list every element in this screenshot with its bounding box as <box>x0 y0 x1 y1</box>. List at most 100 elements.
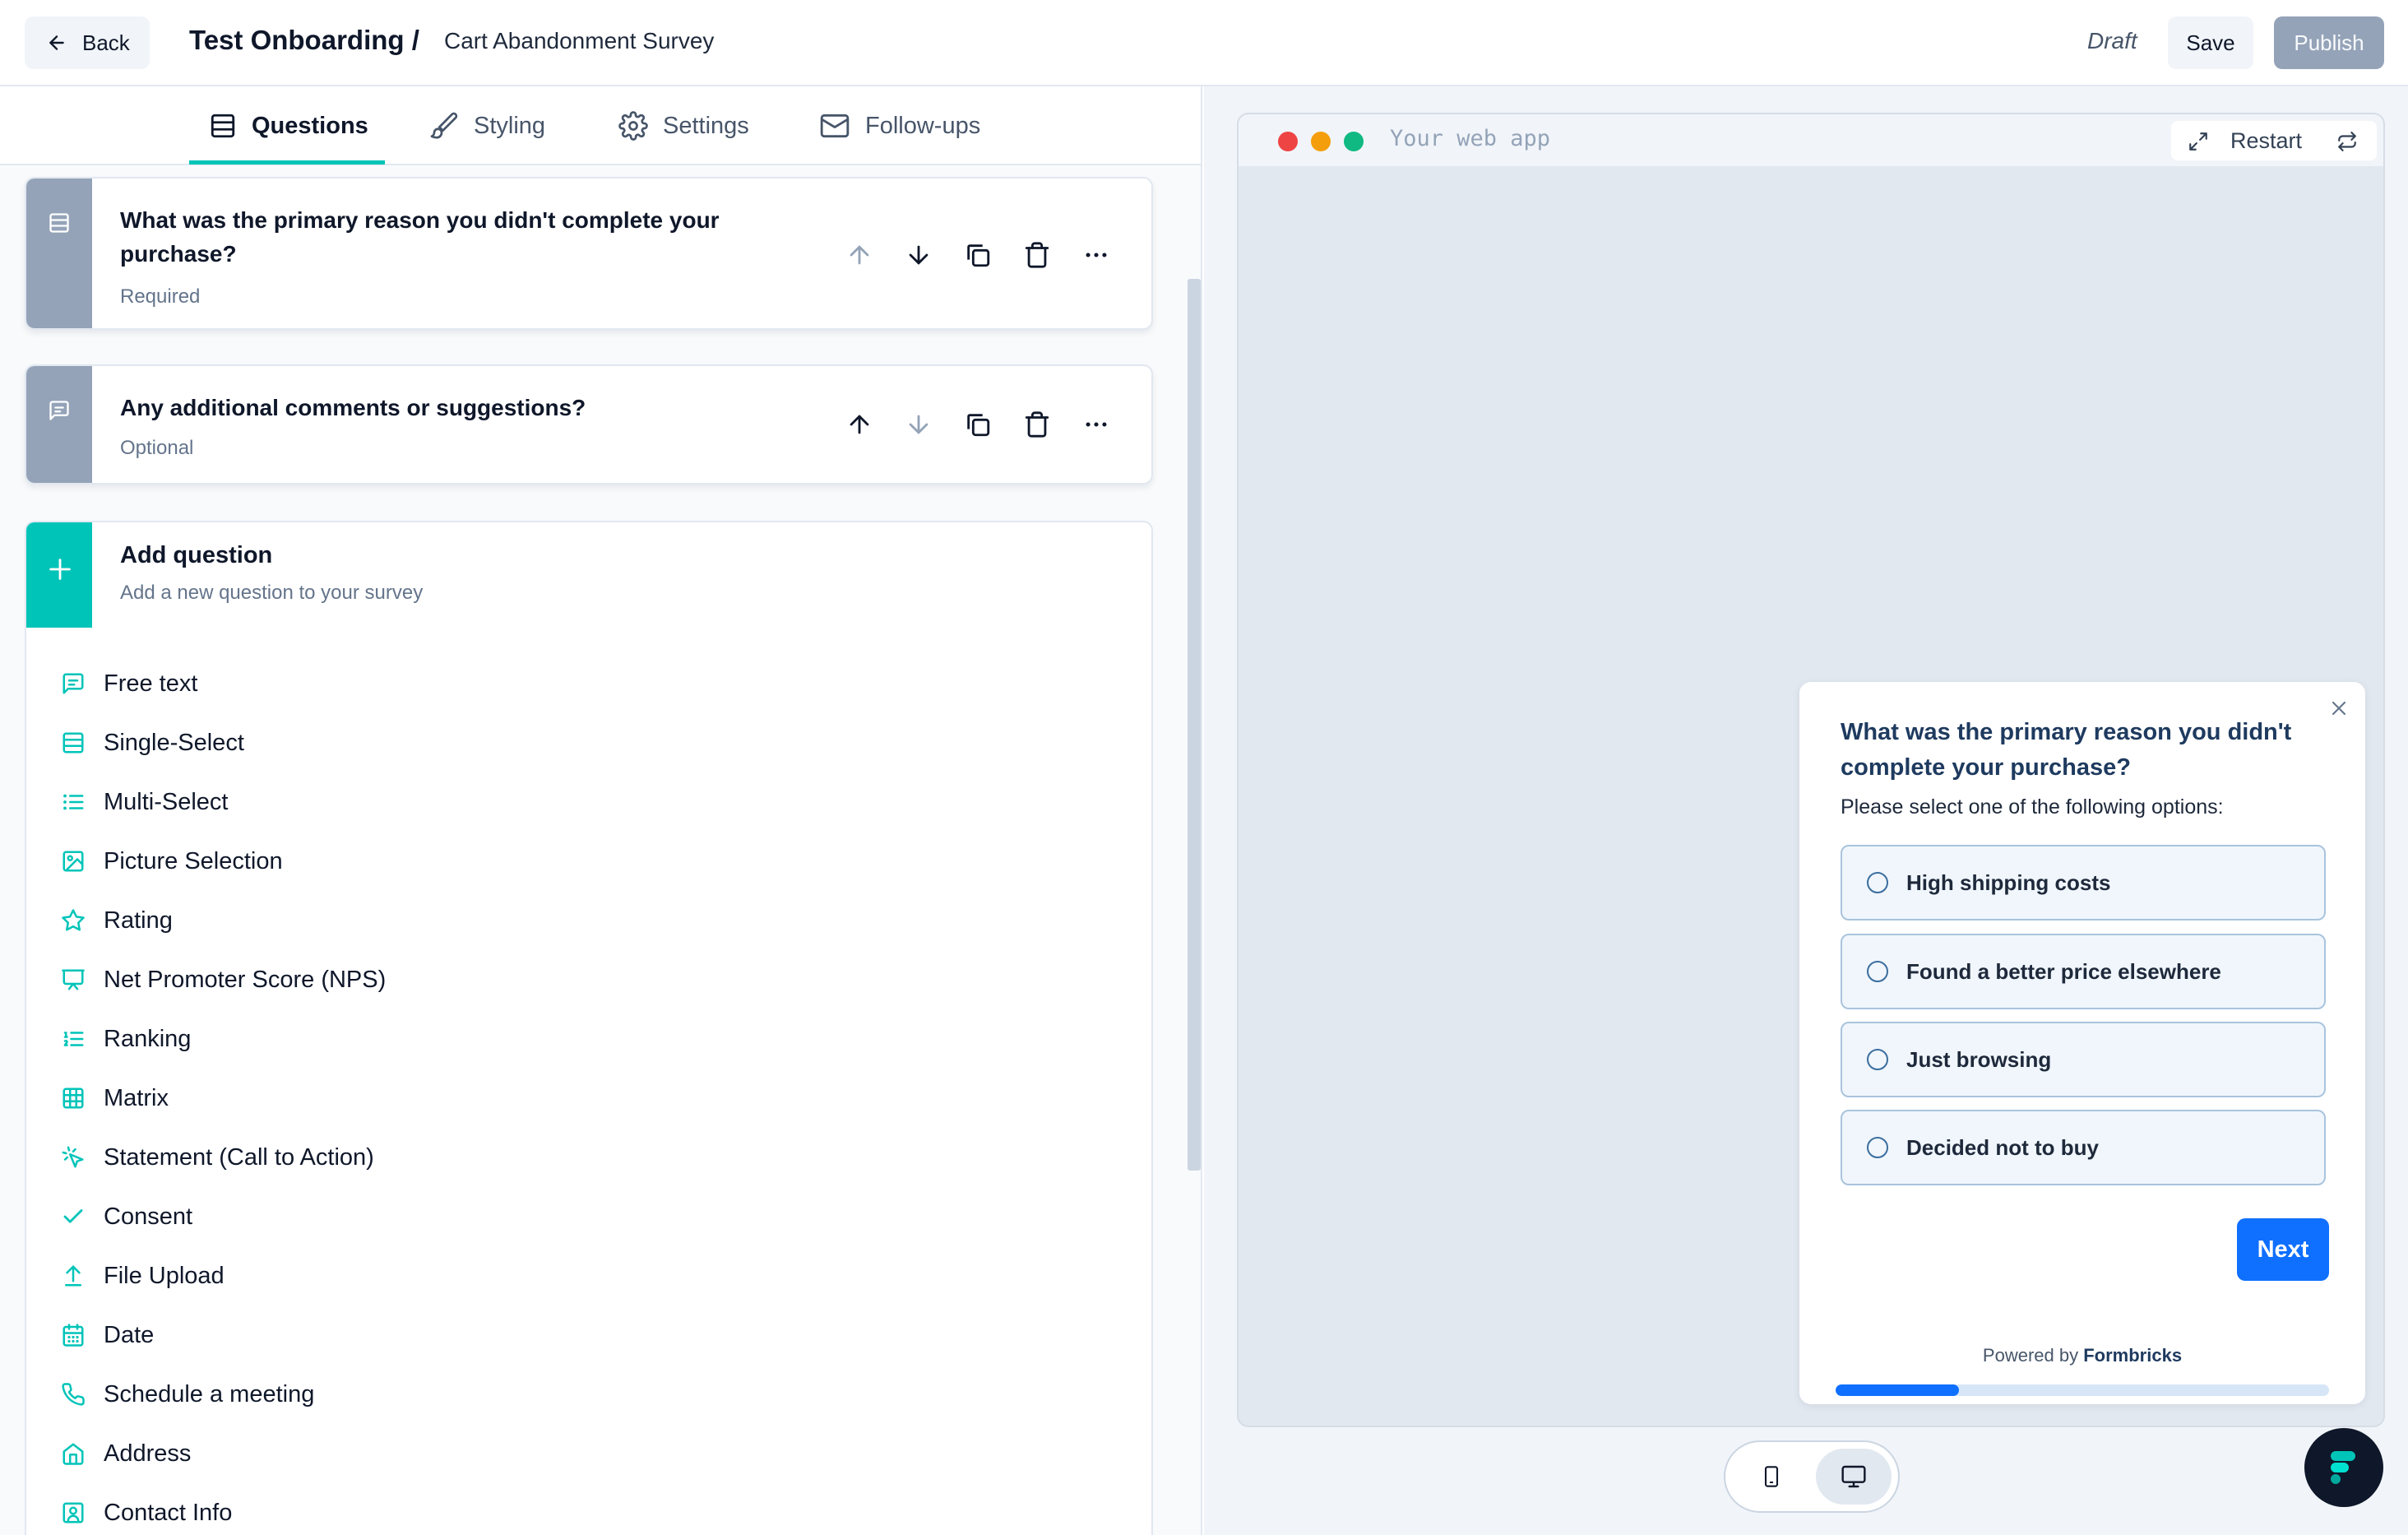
radio-button[interactable] <box>1867 961 1888 982</box>
duplicate-icon[interactable] <box>964 410 992 438</box>
ordered-list-icon <box>61 1027 86 1051</box>
question-actions <box>845 410 1110 438</box>
survey-progress-bar <box>1836 1384 2329 1396</box>
survey-option[interactable]: Found a better price elsewhere <box>1841 934 2326 1009</box>
restart-button[interactable]: Restart <box>2230 128 2302 154</box>
next-button[interactable]: Next <box>2237 1218 2329 1281</box>
question-type-label: Matrix <box>104 1084 169 1111</box>
tab-label: Follow-ups <box>865 112 981 139</box>
editor-scrollbar[interactable] <box>1188 279 1201 1171</box>
question-title: What was the primary reason you didn't c… <box>120 207 720 267</box>
preview-browser-bar: Your web app Restart <box>1239 114 2383 167</box>
window-maximize-dot <box>1344 132 1364 151</box>
upload-icon <box>61 1264 86 1288</box>
pointer-click-icon <box>61 1145 86 1170</box>
survey-folder-name[interactable]: Test Onboarding / <box>189 25 419 56</box>
question-drag-handle[interactable] <box>26 179 92 328</box>
question-type-schedule-meeting[interactable]: Schedule a meeting <box>61 1365 386 1424</box>
question-title: Any additional comments or suggestions? <box>120 395 586 420</box>
message-icon <box>61 671 86 696</box>
question-type-picture-selection[interactable]: Picture Selection <box>61 832 386 891</box>
question-type-label: Date <box>104 1321 155 1348</box>
back-button[interactable]: Back <box>25 16 150 69</box>
radio-button[interactable] <box>1867 1137 1888 1158</box>
survey-name[interactable]: Cart Abandonment Survey <box>444 28 714 54</box>
question-type-free-text[interactable]: Free text <box>61 654 386 713</box>
desktop-preview-button[interactable] <box>1816 1449 1892 1505</box>
survey-option-label: Decided not to buy <box>1906 1134 2099 1160</box>
question-card[interactable]: Any additional comments or suggestions? … <box>25 364 1153 485</box>
question-type-file-upload[interactable]: File Upload <box>61 1246 386 1305</box>
question-type-single-select[interactable]: Single-Select <box>61 713 386 772</box>
trash-icon[interactable] <box>1023 410 1051 438</box>
move-down-icon[interactable] <box>905 410 933 438</box>
tab-questions[interactable]: Questions <box>209 86 368 165</box>
powered-by-prefix: Powered by <box>1982 1345 2079 1366</box>
move-up-icon[interactable] <box>845 410 873 438</box>
survey-question-subheader: Please select one of the following optio… <box>1841 795 2224 819</box>
save-button[interactable]: Save <box>2168 16 2253 69</box>
formbricks-widget-button[interactable] <box>2304 1428 2383 1507</box>
question-type-label: Schedule a meeting <box>104 1380 315 1407</box>
question-type-label: Single-Select <box>104 729 244 756</box>
question-type-label: Contact Info <box>104 1499 233 1526</box>
survey-option[interactable]: Decided not to buy <box>1841 1110 2326 1185</box>
more-options-icon[interactable] <box>1082 241 1110 269</box>
restart-icon[interactable] <box>2336 131 2359 152</box>
move-up-icon[interactable] <box>845 241 873 269</box>
image-icon <box>61 849 86 874</box>
radio-button[interactable] <box>1867 872 1888 893</box>
add-question-button[interactable] <box>26 522 92 628</box>
question-type-date[interactable]: Date <box>61 1305 386 1365</box>
survey-option[interactable]: High shipping costs <box>1841 845 2326 921</box>
question-type-ranking[interactable]: Ranking <box>61 1009 386 1069</box>
preview-browser-frame: Your web app Restart What was the primar… <box>1237 113 2385 1427</box>
tab-follow-ups[interactable]: Follow-ups <box>819 86 980 165</box>
question-drag-handle[interactable] <box>26 366 92 483</box>
status-label: Draft <box>2087 28 2137 53</box>
mail-icon <box>819 110 850 141</box>
editor-tabs: Questions Styling Settings Follow-ups <box>0 86 1201 165</box>
editor-panel: Questions Styling Settings Follow-ups Wh… <box>0 86 1202 1535</box>
smartphone-icon <box>1760 1463 1783 1490</box>
tab-label: Styling <box>474 112 546 139</box>
question-type-rating[interactable]: Rating <box>61 891 386 950</box>
grid-icon <box>61 1086 86 1111</box>
phone-icon <box>61 1382 86 1407</box>
question-type-contact-info[interactable]: Contact Info <box>61 1483 386 1535</box>
survey-option-label: Found a better price elsewhere <box>1906 958 2221 984</box>
trash-icon[interactable] <box>1023 241 1051 269</box>
more-options-icon[interactable] <box>1082 410 1110 438</box>
check-icon <box>61 1204 86 1229</box>
duplicate-icon[interactable] <box>964 241 992 269</box>
contact-icon <box>61 1500 86 1525</box>
tab-styling[interactable]: Styling <box>429 86 545 165</box>
survey-option[interactable]: Just browsing <box>1841 1022 2326 1097</box>
expand-icon[interactable] <box>2188 131 2209 152</box>
rows-icon <box>209 112 237 140</box>
question-type-address[interactable]: Address <box>61 1424 386 1483</box>
question-actions <box>845 241 1110 269</box>
mobile-preview-button[interactable] <box>1734 1449 1809 1505</box>
tab-settings[interactable]: Settings <box>618 86 749 165</box>
move-down-icon[interactable] <box>905 241 933 269</box>
device-toggle <box>1724 1440 1900 1513</box>
publish-button[interactable]: Publish <box>2274 16 2384 69</box>
survey-option-label: High shipping costs <box>1906 870 2111 895</box>
powered-by-brand[interactable]: Formbricks <box>2083 1345 2182 1366</box>
question-type-nps[interactable]: Net Promoter Score (NPS) <box>61 950 386 1009</box>
question-card[interactable]: What was the primary reason you didn't c… <box>25 177 1153 330</box>
question-type-label: Address <box>104 1440 192 1467</box>
powered-by: Powered by Formbricks <box>1799 1345 2365 1366</box>
question-type-consent[interactable]: Consent <box>61 1187 386 1246</box>
home-icon <box>61 1441 86 1466</box>
question-type-matrix[interactable]: Matrix <box>61 1069 386 1128</box>
question-type-statement[interactable]: Statement (Call to Action) <box>61 1128 386 1187</box>
presentation-icon <box>61 967 86 992</box>
question-type-label: Statement (Call to Action) <box>104 1143 374 1171</box>
question-status: Required <box>120 285 201 308</box>
radio-button[interactable] <box>1867 1049 1888 1070</box>
top-header: Back Test Onboarding / Cart Abandonment … <box>0 0 2408 86</box>
question-type-multi-select[interactable]: Multi-Select <box>61 772 386 832</box>
window-close-dot <box>1278 132 1298 151</box>
